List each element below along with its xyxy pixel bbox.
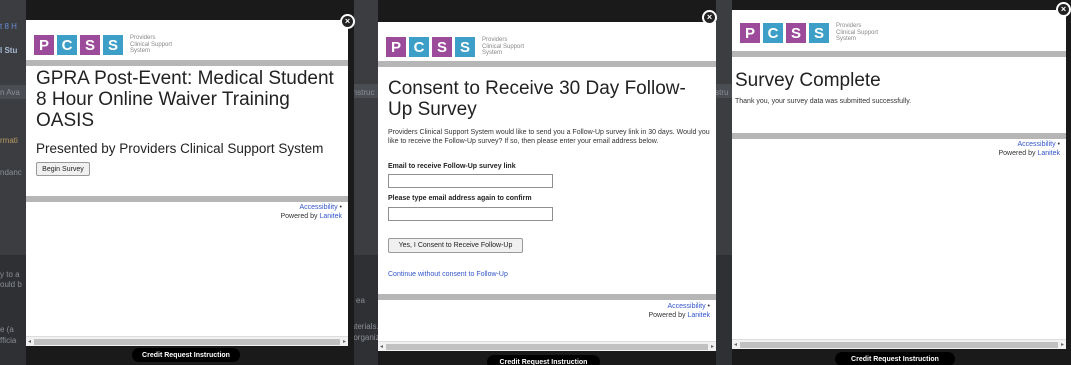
header-divider [378,61,716,67]
consent-modal: P C S S Providers Clinical Support System … [378,22,716,351]
content-divider [378,294,716,300]
scroll-left-icon[interactable]: ◂ [734,341,737,348]
horizontal-scrollbar[interactable]: ◂ ▸ [26,336,348,346]
logo-letter: P [386,37,406,57]
logo-tagline: Providers Clinical Support System [836,23,879,43]
email-label: Email to receive Follow-Up survey link [388,163,516,170]
scroll-right-icon[interactable]: ▸ [711,343,714,350]
close-icon[interactable]: × [340,14,355,29]
footer: Accessibility • Powered by Lanitek [999,140,1061,158]
content-divider [732,133,1066,139]
pcss-header: P C S S Providers Clinical Support System [378,22,716,62]
bg-fragment: ould b [0,280,22,289]
begin-survey-button[interactable]: Begin Survey [36,162,90,176]
bg-fragment: st Instruc [354,88,375,97]
powered-by-text: Powered by [648,312,686,319]
bg-fragment: l Stu [0,46,18,55]
confirm-email-field[interactable] [388,207,553,221]
scrollbar-thumb[interactable] [34,339,340,345]
pcss-header: P C S S Providers Clinical Support System [732,10,1066,50]
scroll-left-icon[interactable]: ◂ [380,343,383,350]
powered-by-text: Powered by [280,213,318,220]
background-page-right: t Instru [716,0,732,365]
bg-fragment: fficia [0,336,17,345]
logo-tagline: Providers Clinical Support System [482,37,525,57]
bg-fragment: n Ava [0,88,20,97]
background-page-middle: st Instruc ea materials. er organiz [354,0,378,365]
continue-without-consent-link[interactable]: Continue without consent to Follow-Up [388,271,508,278]
lanitek-link[interactable]: Lanitek [687,312,710,319]
pcss-logo: P C S S Providers Clinical Support System [34,33,172,57]
footer-bullet: • [707,303,710,310]
footer-bullet: • [1057,141,1060,148]
logo-letter: P [740,23,760,43]
scrollbar-thumb[interactable] [386,344,708,350]
logo-letter: S [103,35,123,55]
logo-letter: S [432,37,452,57]
presented-by: Presented by Providers Clinical Support … [36,141,324,156]
scroll-left-icon[interactable]: ◂ [28,338,31,345]
logo-letter: C [763,23,783,43]
bg-fragment: ndanc [0,168,22,177]
consent-button[interactable]: Yes, I Consent to Receive Follow-Up [388,238,523,253]
logo-tagline: Providers Clinical Support System [130,35,173,55]
pcss-logo: P C S S Providers Clinical Support System [386,35,524,59]
accessibility-link[interactable]: Accessibility [667,303,705,310]
header-divider [26,60,348,66]
bg-fragment: rmati [0,136,18,145]
logo-letter: S [809,23,829,43]
horizontal-scrollbar[interactable]: ◂ ▸ [378,341,716,351]
bg-fragment: e (a [0,325,14,334]
close-icon[interactable]: × [702,10,717,25]
bg-fragment: er organiz [354,333,378,342]
confirm-email-label: Please type email address again to confi… [388,195,532,202]
credit-request-instruction-button[interactable]: Credit Request Instruction [835,352,955,365]
pcss-logo: P C S S Providers Clinical Support System [740,21,878,45]
lanitek-link[interactable]: Lanitek [319,213,342,220]
credit-request-instruction-button[interactable]: Credit Request Instruction [487,355,600,365]
email-field[interactable] [388,174,553,188]
content-divider [26,196,348,202]
scrollbar-thumb[interactable] [740,342,1058,348]
logo-letter: C [57,35,77,55]
survey-title: GPRA Post-Event: Medical Student 8 Hour … [36,68,334,131]
consent-title: Consent to Receive 30 Day Follow-Up Surv… [388,78,686,120]
bg-fragment: y to a [0,270,20,279]
logo-letter: S [80,35,100,55]
survey-modal-intro: P C S S Providers Clinical Support System … [26,20,348,346]
scroll-right-icon[interactable]: ▸ [1061,341,1064,348]
logo-letter: P [34,35,54,55]
survey-complete-title: Survey Complete [735,70,881,91]
bg-fragment: t 8 H [0,22,17,31]
bg-fragment: t Instru [716,88,729,97]
header-divider [732,51,1066,57]
close-icon[interactable]: × [1056,2,1071,17]
thank-you-message: Thank you, your survey data was submitte… [735,98,912,105]
powered-by-text: Powered by [998,150,1036,157]
pcss-header: P C S S Providers Clinical Support System [26,20,348,60]
logo-letter: C [409,37,429,57]
footer-bullet: • [339,204,342,211]
accessibility-link[interactable]: Accessibility [1017,141,1055,148]
bg-fragment: ea [356,296,365,305]
scroll-right-icon[interactable]: ▸ [343,338,346,345]
lanitek-link[interactable]: Lanitek [1037,150,1060,157]
bg-fragment: materials. [354,322,378,331]
footer: Accessibility • Powered by Lanitek [281,203,343,221]
horizontal-scrollbar[interactable]: ◂ ▸ [732,339,1066,349]
survey-complete-modal: P C S S Providers Clinical Support System … [732,10,1066,349]
logo-letter: S [455,37,475,57]
consent-description: Providers Clinical Support System would … [388,129,710,145]
footer: Accessibility • Powered by Lanitek [649,302,711,320]
background-page-left: t 8 H l Stu n Ava rmati ndanc y to a oul… [0,0,26,365]
credit-request-instruction-button[interactable]: Credit Request Instruction [132,348,240,362]
logo-letter: S [786,23,806,43]
accessibility-link[interactable]: Accessibility [299,204,337,211]
